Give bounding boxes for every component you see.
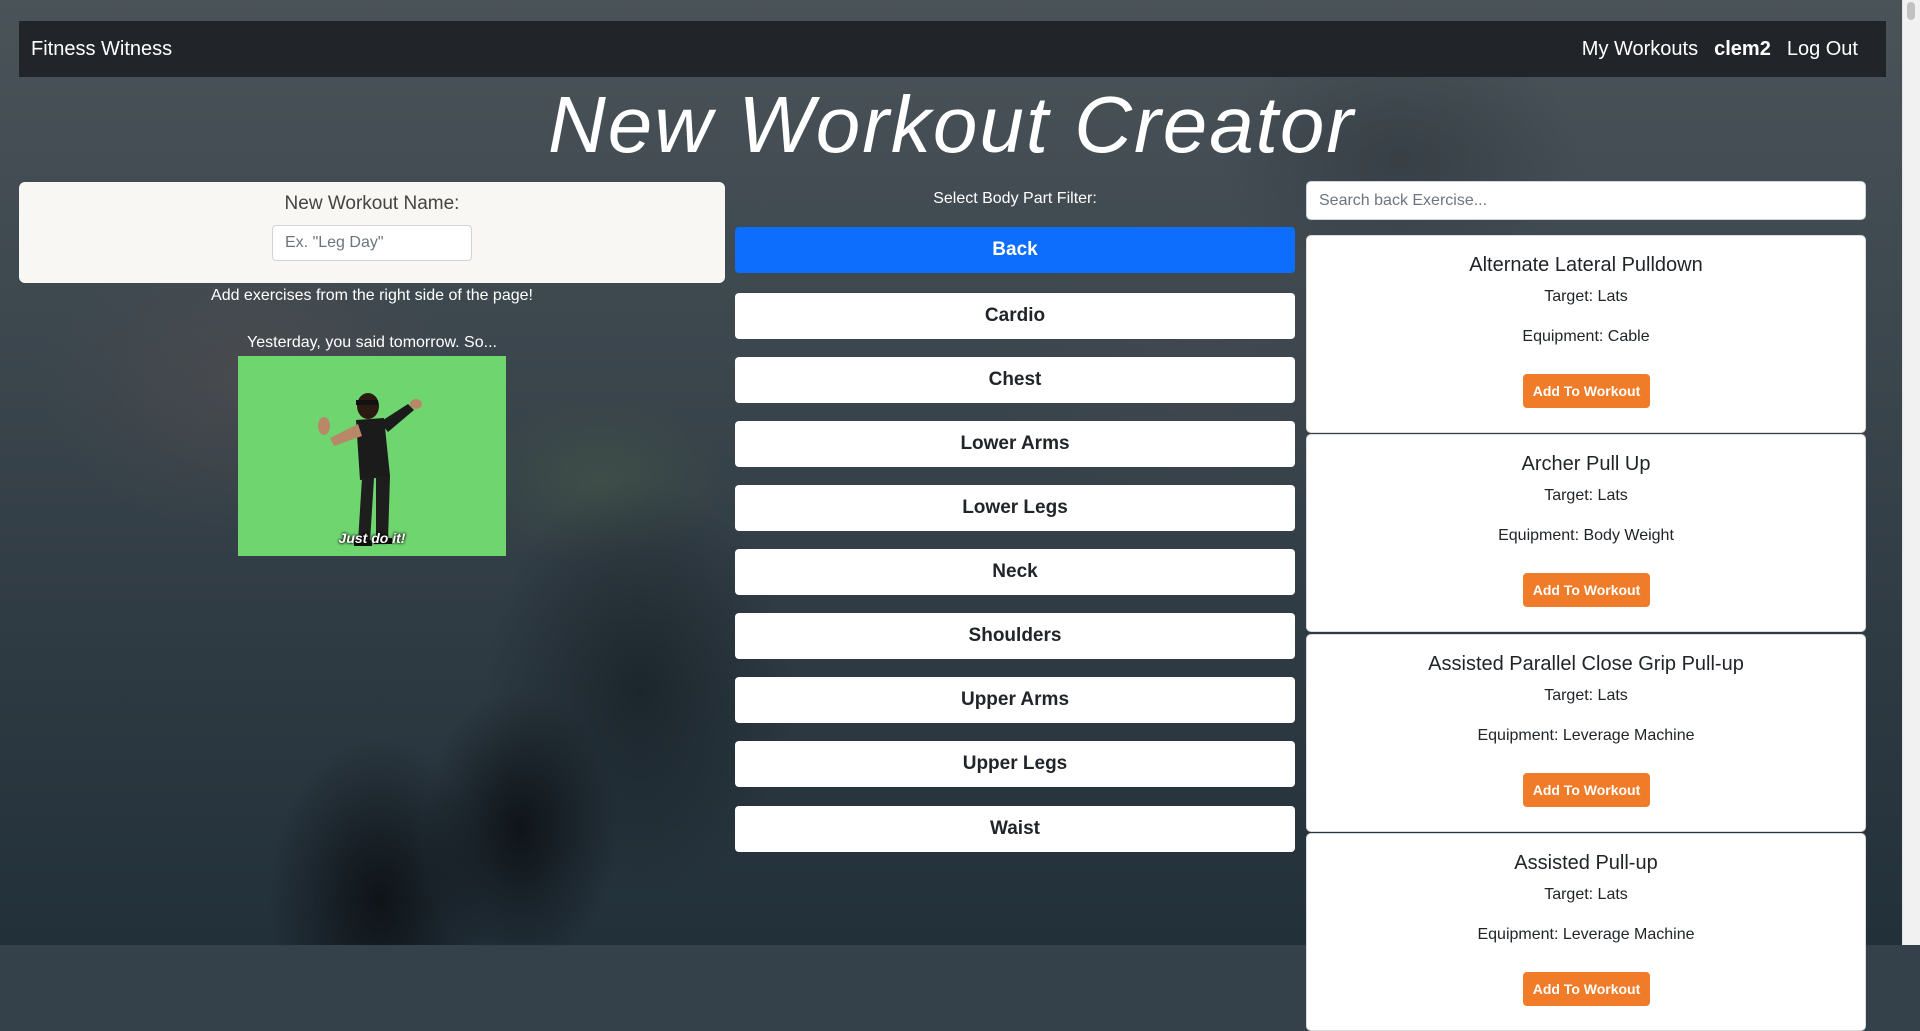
filter-chest-button[interactable]: Chest (735, 357, 1295, 403)
exercise-equipment: Equipment: Leverage Machine (1477, 926, 1695, 943)
filter-waist-button[interactable]: Waist (735, 806, 1295, 852)
username-link[interactable]: clem2 (1714, 38, 1771, 61)
exercise-equipment: Equipment: Leverage Machine (1477, 727, 1695, 744)
add-to-workout-button[interactable]: Add To Workout (1523, 573, 1650, 607)
exercise-target: Target: Lats (1544, 687, 1628, 704)
logout-link[interactable]: Log Out (1787, 38, 1858, 61)
exercise-search-input[interactable] (1306, 181, 1866, 220)
dancing-man-figure (318, 393, 422, 546)
brand-link[interactable]: Fitness Witness (31, 38, 172, 61)
add-exercises-hint: Add exercises from the right side of the… (211, 287, 533, 304)
filter-upper-arms-button[interactable]: Upper Arms (735, 677, 1295, 723)
add-to-workout-button[interactable]: Add To Workout (1523, 773, 1650, 807)
add-to-workout-button[interactable]: Add To Workout (1523, 972, 1650, 1006)
workout-name-card: New Workout Name: (19, 182, 725, 283)
exercise-name: Alternate Lateral Pulldown (1469, 254, 1703, 276)
motivation-quote: Yesterday, you said tomorrow. So... (247, 334, 497, 351)
exercise-equipment: Equipment: Cable (1522, 328, 1650, 345)
exercise-target: Target: Lats (1544, 487, 1628, 504)
page-title: New Workout Creator (547, 80, 1356, 169)
nav-links: My Workouts clem2 Log Out (1582, 38, 1858, 61)
exercise-card: Assisted Pull-up Target: Lats Equipment:… (1306, 833, 1866, 1031)
body-part-filter-title: Select Body Part Filter: (933, 190, 1097, 207)
exercise-card: Alternate Lateral Pulldown Target: Lats … (1306, 235, 1866, 433)
exercise-card: Archer Pull Up Target: Lats Equipment: B… (1306, 434, 1866, 632)
exercise-name: Assisted Pull-up (1514, 852, 1658, 874)
page-scrollbar[interactable] (1902, 0, 1920, 945)
filter-shoulders-button[interactable]: Shoulders (735, 613, 1295, 659)
filter-lower-arms-button[interactable]: Lower Arms (735, 421, 1295, 467)
filter-upper-legs-button[interactable]: Upper Legs (735, 741, 1295, 787)
exercise-target: Target: Lats (1544, 886, 1628, 903)
gif-caption: Just do it! (338, 530, 406, 546)
workout-name-label: New Workout Name: (284, 193, 460, 214)
exercise-card: Assisted Parallel Close Grip Pull-up Tar… (1306, 634, 1866, 832)
filter-back-button[interactable]: Back (735, 227, 1295, 273)
exercise-name: Archer Pull Up (1521, 453, 1651, 475)
add-to-workout-button[interactable]: Add To Workout (1523, 374, 1650, 408)
exercise-target: Target: Lats (1544, 288, 1628, 305)
filter-cardio-button[interactable]: Cardio (735, 293, 1295, 339)
scrollbar-thumb[interactable] (1907, 2, 1915, 20)
filter-neck-button[interactable]: Neck (735, 549, 1295, 595)
my-workouts-link[interactable]: My Workouts (1582, 38, 1698, 61)
exercise-equipment: Equipment: Body Weight (1498, 527, 1674, 544)
exercise-name: Assisted Parallel Close Grip Pull-up (1428, 653, 1744, 675)
top-navbar: Fitness Witness My Workouts clem2 Log Ou… (19, 21, 1886, 77)
workout-name-input[interactable] (272, 225, 472, 261)
filter-lower-legs-button[interactable]: Lower Legs (735, 485, 1295, 531)
motivation-gif: Just do it! (238, 356, 506, 556)
